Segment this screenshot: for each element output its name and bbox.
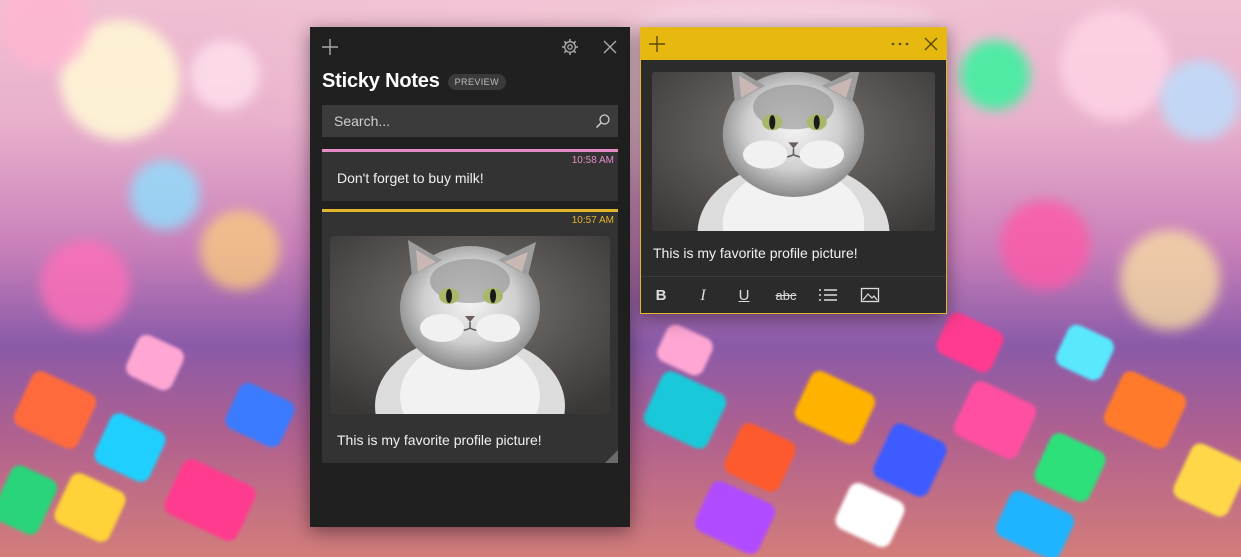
more-icon[interactable] [888,34,912,54]
app-header: Sticky Notes PREVIEW [322,70,506,93]
note-image[interactable] [652,72,935,231]
note-body-text[interactable]: This is my favorite profile picture! [653,245,858,261]
note-titlebar [641,28,946,60]
formatting-toolbar: B I U abc [641,276,946,314]
underline-button[interactable]: U [733,286,755,306]
close-icon[interactable] [921,34,941,54]
note-preview-text: Don't forget to buy milk! [337,170,484,186]
italic-button[interactable]: I [692,286,714,306]
note-preview-text: This is my favorite profile picture! [337,432,542,448]
close-icon[interactable] [600,37,620,57]
note-timestamp: 10:57 AM [571,215,614,226]
bold-button[interactable]: B [650,286,672,306]
note-color-stripe [322,149,618,152]
search-box [322,105,618,137]
note-image [330,236,610,414]
search-input[interactable] [334,113,588,129]
list-icon[interactable] [817,286,839,306]
list-titlebar [310,27,630,67]
search-icon[interactable] [588,105,618,137]
strikethrough-button[interactable]: abc [772,286,800,306]
plus-icon[interactable] [320,37,340,57]
notes-list-window: Sticky Notes PREVIEW 10:58 AM Don't forg… [310,27,630,527]
note-timestamp: 10:58 AM [571,155,614,166]
image-icon[interactable] [859,286,881,306]
plus-icon[interactable] [647,34,667,54]
preview-badge: PREVIEW [447,73,506,90]
app-title: Sticky Notes [322,70,440,92]
note-color-stripe [322,209,618,212]
page-fold-corner [605,450,618,463]
gear-icon[interactable] [560,37,580,57]
note-card[interactable]: 10:57 AM This is my favorite profile pic… [322,209,618,463]
note-card[interactable]: 10:58 AM Don't forget to buy milk! [322,149,618,201]
note-editor-window: This is my favorite profile picture! B I… [640,27,947,314]
